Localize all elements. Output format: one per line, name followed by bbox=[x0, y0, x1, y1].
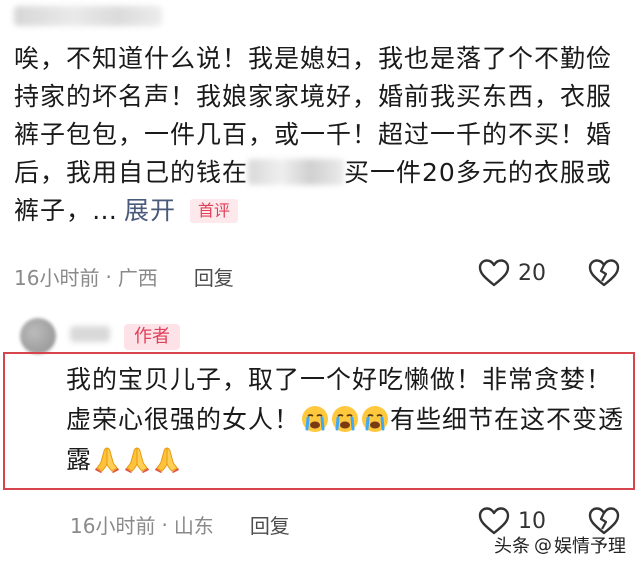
comment-time: 16小时前 bbox=[14, 266, 100, 290]
blurred-username[interactable] bbox=[14, 6, 162, 26]
folded-hands-emoji bbox=[125, 447, 150, 473]
comment-location: 广西 bbox=[117, 266, 158, 290]
broken-heart-icon[interactable] bbox=[588, 258, 620, 288]
like-count: 10 bbox=[518, 508, 546, 534]
masked-text bbox=[248, 159, 345, 185]
watermark: 头条 @ 娱情予理 bbox=[494, 532, 626, 558]
avatar[interactable] bbox=[20, 318, 56, 354]
crying-face-emoji bbox=[362, 406, 389, 432]
crying-face-emoji bbox=[332, 406, 359, 432]
watermark-handle: 娱情予理 bbox=[554, 536, 626, 557]
folded-hands-emoji bbox=[95, 447, 120, 473]
expand-link[interactable]: 展开 bbox=[124, 196, 176, 225]
comment-time: 16小时前 bbox=[70, 514, 156, 538]
comment-meta: 16小时前 · 广西 回复 bbox=[14, 262, 234, 291]
reply-button[interactable]: 回复 bbox=[194, 262, 234, 291]
comment-feed: 唉，不知道什么说！我是媳妇，我也是落了个不勤俭持家的坏名声！我娘家家境好，婚前我… bbox=[0, 0, 640, 567]
author-badge: 作者 bbox=[124, 324, 180, 350]
comment-location: 山东 bbox=[173, 514, 214, 538]
heart-outline-icon bbox=[478, 259, 510, 287]
reply-button[interactable]: 回复 bbox=[250, 510, 290, 539]
like-button[interactable]: 20 bbox=[478, 258, 546, 288]
comment-body[interactable]: 我的宝贝儿子，取了一个好吃懒做！非常贪婪！虚荣心很强的女人！ 有些细节在这不变透露 bbox=[66, 360, 626, 480]
first-comment-badge: 首评 bbox=[190, 199, 239, 223]
like-count: 20 bbox=[518, 260, 546, 286]
comment-meta: 16小时前 · 山东 回复 bbox=[70, 510, 290, 539]
watermark-prefix: 头条 bbox=[494, 536, 530, 557]
folded-hands-emoji bbox=[155, 447, 180, 473]
crying-face-emoji bbox=[302, 406, 329, 432]
comment-body[interactable]: 唉，不知道什么说！我是媳妇，我也是落了个不勤俭持家的坏名声！我娘家家境好，婚前我… bbox=[14, 40, 634, 230]
blurred-username[interactable] bbox=[70, 326, 110, 342]
